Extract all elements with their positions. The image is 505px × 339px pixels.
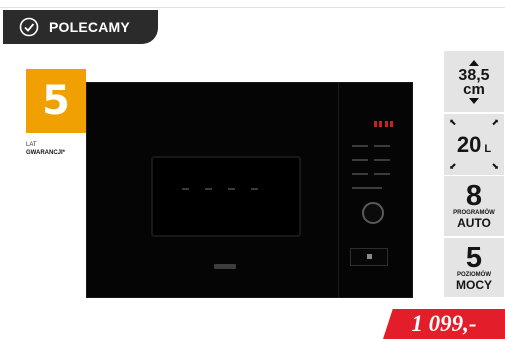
warranty-caption: LAT GWARANCJI* xyxy=(26,141,65,157)
door-open-button xyxy=(350,248,388,266)
capacity-unit: L xyxy=(484,142,492,155)
spec-height: 38,5 cm xyxy=(444,51,504,112)
panel-button xyxy=(352,145,368,147)
panel-button xyxy=(352,187,382,189)
panel-button xyxy=(374,159,390,161)
window-light xyxy=(205,188,212,190)
panel-button xyxy=(352,173,368,175)
badge-label: POLECAMY xyxy=(49,19,130,35)
warranty-years: 5 xyxy=(42,78,70,124)
window-light xyxy=(228,188,235,190)
spec-programs: 8 PROGRAMÓW AUTO xyxy=(444,176,504,236)
oven-window xyxy=(151,156,301,237)
expand-arrow-icon: ⬊ xyxy=(491,161,499,171)
control-knob xyxy=(362,202,384,224)
top-divider xyxy=(0,7,505,8)
warranty-line2: GWARANCJI* xyxy=(26,150,66,156)
control-display xyxy=(374,121,400,129)
power-sub: MOCY xyxy=(456,277,492,292)
programs-sub: AUTO xyxy=(457,216,491,230)
arrow-down-icon xyxy=(469,97,479,104)
expand-arrow-icon: ⬈ xyxy=(491,117,499,127)
brand-logo xyxy=(214,264,236,269)
expand-arrow-icon: ⬋ xyxy=(449,161,457,171)
price-value: 1 099,- xyxy=(411,311,477,336)
arrow-up-icon xyxy=(469,59,479,66)
recommended-badge: POLECAMY xyxy=(3,10,158,44)
spec-capacity: ⬉ ⬈ ⬋ ⬊ 20 L xyxy=(444,114,504,175)
panel-button xyxy=(374,145,390,147)
product-image[interactable] xyxy=(86,82,413,298)
spec-power-levels: 5 POZIOMÓW MOCY xyxy=(444,238,504,297)
height-unit: cm xyxy=(463,80,485,98)
check-circle-icon xyxy=(19,17,39,37)
door-divider xyxy=(338,83,339,297)
panel-button xyxy=(374,173,390,175)
power-value: 5 xyxy=(465,241,483,274)
programs-value: 8 xyxy=(465,180,483,212)
expand-arrow-icon: ⬉ xyxy=(449,117,457,127)
window-light xyxy=(182,188,189,190)
capacity-value: 20 xyxy=(456,131,482,157)
window-light xyxy=(251,188,258,190)
price-tag: 1 099,- xyxy=(383,309,505,339)
panel-button xyxy=(352,159,368,161)
warranty-line1: LAT xyxy=(26,142,37,148)
warranty-badge: 5 xyxy=(26,69,86,133)
